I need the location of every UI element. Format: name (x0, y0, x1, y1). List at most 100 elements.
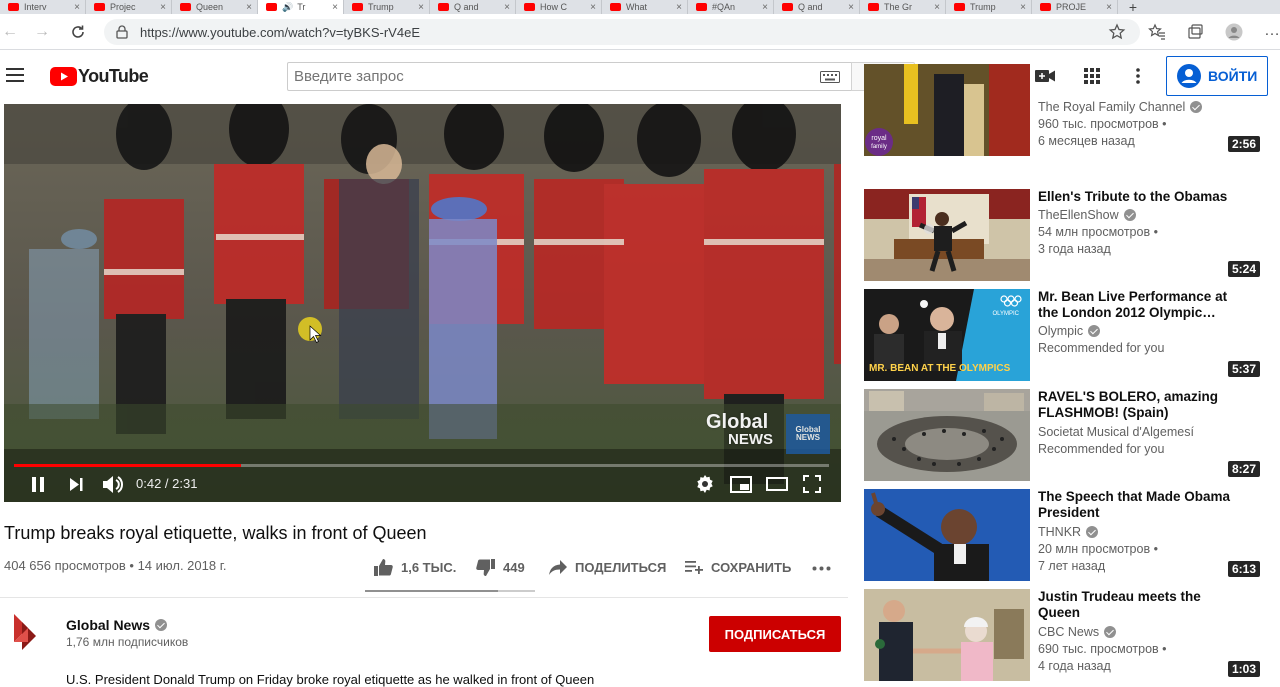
rec-title[interactable]: The Speech that Made Obama President (1038, 489, 1243, 521)
subscribe-button[interactable]: ПОДПИСАТЬСЯ (709, 616, 841, 652)
address-bar[interactable]: https://www.youtube.com/watch?v=tyBKS-rV… (104, 19, 1140, 45)
rec-channel[interactable]: TheEllenShow (1038, 208, 1136, 222)
search-box[interactable] (287, 62, 852, 91)
close-icon[interactable]: × (72, 2, 82, 13)
channel-name[interactable]: Global News (66, 617, 168, 633)
browser-tab[interactable]: Queen × (172, 0, 258, 14)
verified-check-icon (1190, 101, 1203, 113)
recommendation-item[interactable]: 8:27 RAVEL'S BOLERO, amazing FLASHMOB! (… (864, 389, 1264, 481)
browser-tab[interactable]: How C × (516, 0, 602, 14)
browser-tab-active[interactable]: 🔊 Tr × (258, 0, 344, 14)
browser-tab[interactable]: Projec × (86, 0, 172, 14)
close-icon[interactable]: × (330, 2, 340, 13)
youtube-logo[interactable]: YouTube (50, 66, 149, 87)
save-button[interactable]: СОХРАНИТЬ (685, 558, 791, 576)
video-thumbnail[interactable] (864, 189, 1030, 281)
close-icon[interactable]: × (158, 2, 168, 13)
youtube-favicon-icon (524, 3, 535, 11)
speaker-icon[interactable]: 🔊 (282, 2, 293, 13)
miniplayer-icon[interactable] (730, 476, 752, 493)
recommendation-item[interactable]: 5:24 Ellen's Tribute to the Obamas TheEl… (864, 189, 1264, 281)
refresh-icon[interactable] (70, 24, 86, 40)
youtube-favicon-icon (954, 3, 965, 11)
rec-channel[interactable]: THNKR (1038, 525, 1099, 539)
thumbs-down-icon (476, 558, 495, 576)
close-icon[interactable]: × (760, 2, 770, 13)
channel-avatar[interactable] (4, 608, 48, 656)
favorites-icon[interactable] (1148, 23, 1166, 41)
settings-gear-icon[interactable] (696, 475, 714, 493)
browser-tab[interactable]: #QAn × (688, 0, 774, 14)
close-icon[interactable]: × (932, 2, 942, 13)
recommendation-item[interactable]: 1:03 Justin Trudeau meets the Queen CBC … (864, 589, 1264, 681)
browser-tab[interactable]: Q and × (430, 0, 516, 14)
progress-played (14, 464, 241, 467)
browser-tab[interactable]: Trump × (344, 0, 430, 14)
close-icon[interactable]: × (416, 2, 426, 13)
browser-tab[interactable]: Interv × (0, 0, 86, 14)
lock-icon[interactable] (116, 25, 128, 39)
browser-tab[interactable]: What × (602, 0, 688, 14)
more-icon[interactable]: … (1264, 22, 1280, 40)
theater-mode-icon[interactable] (766, 477, 788, 491)
recommendation-item[interactable]: 6:13 The Speech that Made Obama Presiden… (864, 489, 1264, 581)
watermark-line2: NEWS (728, 431, 773, 448)
video-thumbnail[interactable] (864, 589, 1030, 681)
video-player[interactable]: Global NEWS Global NEWS 0:42 / 2:31 (4, 104, 841, 502)
recommendation-item[interactable]: royal family 2:56 The Royal Family Chann… (864, 64, 1264, 156)
share-arrow-icon (549, 559, 567, 575)
new-tab-button[interactable]: + (1118, 0, 1148, 14)
star-icon[interactable] (1108, 23, 1126, 41)
tab-label: Trump (970, 2, 996, 12)
save-label: СОХРАНИТЬ (711, 559, 792, 575)
rec-title[interactable]: Ellen's Tribute to the Obamas (1038, 189, 1243, 205)
next-video-icon[interactable] (69, 477, 84, 492)
rec-channel[interactable]: CBC News (1038, 625, 1117, 639)
youtube-favicon-icon (868, 3, 879, 11)
close-icon[interactable]: × (846, 2, 856, 13)
close-icon[interactable]: × (1018, 2, 1028, 13)
collections-icon[interactable] (1186, 23, 1204, 41)
browser-tab[interactable]: PROJE × (1032, 0, 1118, 14)
share-button[interactable]: ПОДЕЛИТЬСЯ (549, 558, 666, 576)
fullscreen-icon[interactable] (803, 475, 821, 493)
video-duration: 1:03 (1227, 661, 1260, 677)
video-thumbnail[interactable]: OLYMPIC MR. BEAN AT THE OLYMPICS (864, 289, 1030, 381)
rec-meta-date: 6 месяцев назад (1038, 134, 1135, 148)
video-duration: 5:37 (1227, 361, 1260, 377)
video-thumbnail[interactable] (864, 489, 1030, 581)
browser-tab[interactable]: Trump × (946, 0, 1032, 14)
forward-icon[interactable]: → (32, 22, 52, 42)
rec-channel[interactable]: Olympic (1038, 324, 1101, 338)
menu-icon[interactable] (6, 68, 24, 82)
close-icon[interactable]: × (502, 2, 512, 13)
close-icon[interactable]: × (674, 2, 684, 13)
close-icon[interactable]: × (244, 2, 254, 13)
volume-icon[interactable] (102, 475, 124, 494)
browser-tab[interactable]: Q and × (774, 0, 860, 14)
browser-tab[interactable]: The Gr × (860, 0, 946, 14)
profile-avatar-icon[interactable] (1225, 23, 1243, 41)
rec-title[interactable]: Mr. Bean Live Performance at the London … (1038, 289, 1243, 321)
more-actions-icon[interactable] (812, 566, 831, 571)
close-icon[interactable]: × (1104, 2, 1114, 13)
close-icon[interactable]: × (588, 2, 598, 13)
tab-label: Q and (454, 2, 479, 12)
video-thumbnail[interactable]: royal family (864, 64, 1030, 156)
rec-channel[interactable]: Societat Musical d'Algemesí (1038, 425, 1194, 439)
video-thumbnail[interactable] (864, 389, 1030, 481)
rec-channel[interactable]: The Royal Family Channel (1038, 100, 1203, 114)
dislike-button[interactable]: 449 (476, 558, 525, 576)
sentiment-bar (365, 590, 535, 592)
like-button[interactable]: 1,6 ТЫС. (374, 558, 456, 576)
pause-icon[interactable] (30, 476, 46, 493)
back-icon[interactable]: ← (0, 22, 20, 42)
thumb-logo-text: royal (871, 135, 887, 142)
progress-bar[interactable] (14, 464, 829, 467)
rec-title[interactable]: Justin Trudeau meets the Queen (1038, 589, 1243, 621)
recommendation-item[interactable]: OLYMPIC MR. BEAN AT THE OLYMPICS 5:37 Mr… (864, 289, 1264, 381)
rec-channel-text: Societat Musical d'Algemesí (1038, 425, 1194, 439)
keyboard-icon[interactable] (820, 71, 840, 83)
rec-title[interactable]: RAVEL'S BOLERO, amazing FLASHMOB! (Spain… (1038, 389, 1243, 421)
search-input[interactable] (294, 63, 814, 90)
